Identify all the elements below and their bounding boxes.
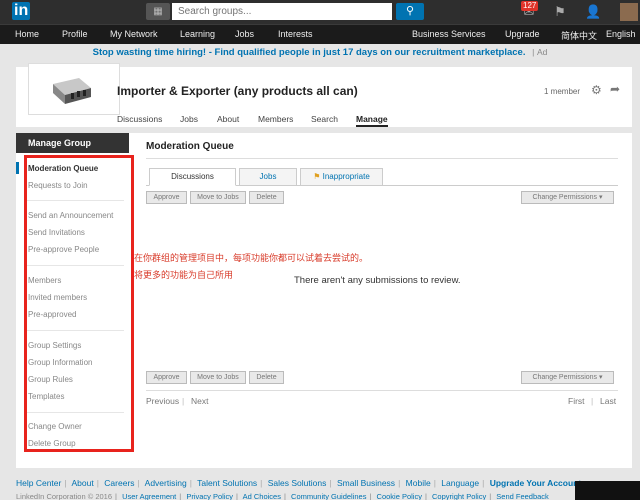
approve-button[interactable]: Approve <box>146 191 187 204</box>
empty-queue-message: There aren't any submissions to review. <box>294 275 461 286</box>
active-indicator <box>16 162 19 174</box>
nav-jobs[interactable]: Jobs <box>235 29 254 39</box>
tab-search[interactable]: Search <box>311 114 338 124</box>
manage-panel: Manage Group Moderation Queue Requests t… <box>16 133 632 468</box>
nav-business-services[interactable]: Business Services <box>412 29 486 39</box>
gear-icon[interactable]: ⚙ <box>591 83 602 97</box>
ad-banner: Stop wasting time hiring! - Find qualifi… <box>92 47 548 58</box>
share-icon[interactable]: ➦ <box>610 82 620 96</box>
footer-legal-privacy-policy[interactable]: Privacy Policy <box>186 492 233 500</box>
tab-jobs[interactable]: Jobs <box>180 114 198 124</box>
footer-link-talent-solutions[interactable]: Talent Solutions <box>197 478 257 488</box>
nav-home[interactable]: Home <box>15 29 39 39</box>
footer-link-upgrade[interactable]: Upgrade Your Account <box>490 478 581 488</box>
footer-links: Help Center | About | Careers | Advertising… <box>16 478 582 488</box>
footer-legal-send-feedback[interactable]: Send Feedback <box>496 492 549 500</box>
approve-button-bottom[interactable]: Approve <box>146 371 187 384</box>
change-permissions-button-bottom[interactable]: Change Permissions ▾ <box>521 371 614 384</box>
flag-icon: ⚑ <box>313 172 321 181</box>
nav-language-chinese[interactable]: 简体中文 <box>561 29 597 42</box>
footer-link-careers[interactable]: Careers <box>104 478 134 488</box>
footer-link-help-center[interactable]: Help Center <box>16 478 61 488</box>
footer-legal: LinkedIn Corporation © 2016 | User Agreem… <box>16 492 549 500</box>
tab-queue-jobs[interactable]: Jobs <box>239 168 297 186</box>
flag-icon[interactable]: ⚑ <box>552 4 568 20</box>
search-button[interactable]: ⚲ <box>396 3 424 20</box>
nav-language-english[interactable]: English <box>606 29 636 39</box>
search-icon: ⚲ <box>405 5 415 17</box>
tab-queue-discussions[interactable]: Discussions <box>149 168 236 186</box>
tab-queue-inappropriate-label: Inappropriate <box>322 172 370 181</box>
main-nav: Home Profile My Network Learning Jobs In… <box>0 24 640 44</box>
nav-interests[interactable]: Interests <box>278 29 313 39</box>
redaction-block <box>575 481 640 500</box>
nav-learning[interactable]: Learning <box>180 29 215 39</box>
tab-members[interactable]: Members <box>258 114 293 124</box>
ad-label: Ad <box>536 47 548 57</box>
search-input[interactable] <box>172 3 392 20</box>
move-to-jobs-button-bottom[interactable]: Move to Jobs <box>190 371 246 384</box>
divider <box>146 390 618 391</box>
avatar[interactable] <box>620 3 638 21</box>
divider <box>146 158 618 159</box>
footer-link-about[interactable]: About <box>71 478 93 488</box>
footer-link-advertising[interactable]: Advertising <box>145 478 187 488</box>
member-count[interactable]: 1 member <box>544 87 580 96</box>
page-title: Moderation Queue <box>146 141 234 152</box>
group-header: Importer & Exporter (any products all ca… <box>16 63 632 127</box>
footer-legal-community-guidelines[interactable]: Community Guidelines <box>291 492 366 500</box>
add-connection-icon[interactable]: 👤 <box>585 4 601 20</box>
delete-button-bottom[interactable]: Delete <box>249 371 284 384</box>
footer-link-sales-solutions[interactable]: Sales Solutions <box>268 478 327 488</box>
pager-next[interactable]: Next <box>191 396 208 406</box>
pager-last[interactable]: Last <box>600 396 616 406</box>
pager-previous[interactable]: Previous <box>146 396 179 406</box>
sidebar-heading: Manage Group <box>16 133 129 153</box>
footer-legal-ad-choices[interactable]: Ad Choices <box>243 492 281 500</box>
nav-upgrade[interactable]: Upgrade <box>505 29 540 39</box>
pager-first[interactable]: First <box>568 396 585 406</box>
footer-legal-user-agreement[interactable]: User Agreement <box>122 492 176 500</box>
annotation-highlight-box <box>24 155 134 452</box>
group-logo <box>28 63 120 115</box>
nav-profile[interactable]: Profile <box>62 29 88 39</box>
linkedin-logo[interactable]: in <box>12 2 42 22</box>
footer-link-small-business[interactable]: Small Business <box>337 478 395 488</box>
tab-manage[interactable]: Manage <box>356 114 388 127</box>
copyright: LinkedIn Corporation © 2016 <box>16 492 113 500</box>
search-type-dropdown[interactable]: ▦ <box>146 3 170 20</box>
footer-link-language[interactable]: Language <box>441 478 479 488</box>
group-title: Importer & Exporter (any products all ca… <box>117 84 358 98</box>
footer-legal-copyright-policy[interactable]: Copyright Policy <box>432 492 486 500</box>
notification-badge: 127 <box>521 1 539 11</box>
footer-link-mobile[interactable]: Mobile <box>406 478 431 488</box>
footer-legal-cookie-policy[interactable]: Cookie Policy <box>377 492 422 500</box>
top-bar: in ▦ ⚲ ✉ 127 ⚑ 👤 <box>0 0 640 24</box>
nav-my-network[interactable]: My Network <box>110 29 158 39</box>
tab-about[interactable]: About <box>217 114 239 124</box>
delete-button[interactable]: Delete <box>249 191 284 204</box>
move-to-jobs-button[interactable]: Move to Jobs <box>190 191 246 204</box>
tab-queue-inappropriate[interactable]: ⚑ Inappropriate <box>300 168 383 186</box>
annotation-line-1: 在你群组的管理项目中，每项功能你都可以试着去尝试的。 <box>134 254 369 264</box>
tab-discussions[interactable]: Discussions <box>117 114 162 124</box>
change-permissions-button[interactable]: Change Permissions ▾ <box>521 191 614 204</box>
ad-link[interactable]: Stop wasting time hiring! - Find qualifi… <box>93 47 526 58</box>
